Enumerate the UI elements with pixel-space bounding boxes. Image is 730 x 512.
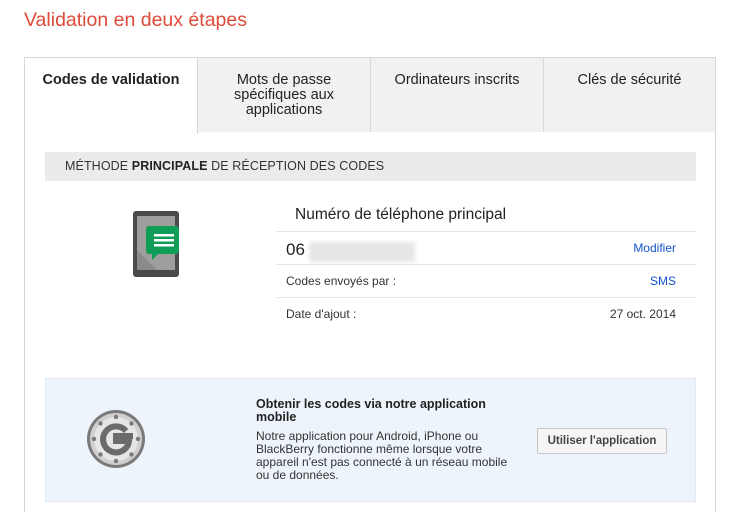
- tab-label: Mots de passe spécifiques aux applicatio…: [234, 72, 334, 118]
- tab-mots-de-passe-applications[interactable]: Mots de passe spécifiques aux applicatio…: [197, 57, 371, 133]
- tab-codes-de-validation[interactable]: Codes de validation: [24, 57, 198, 134]
- section-header: MÉTHODE PRINCIPALE DE RÉCEPTION DES CODE…: [45, 152, 696, 181]
- date-added-row: Date d'ajout : 27 oct. 2014: [276, 298, 696, 331]
- modify-link[interactable]: Modifier: [633, 232, 676, 265]
- tab-cles-de-securite[interactable]: Clés de sécurité: [543, 57, 716, 133]
- tab-label: Ordinateurs inscrits: [394, 72, 520, 88]
- app-description: Notre application pour Android, iPhone o…: [256, 429, 508, 482]
- page-title: Validation en deux étapes: [24, 9, 247, 31]
- tab-label: Codes de validation: [42, 72, 180, 88]
- date-added-value: 27 oct. 2014: [609, 307, 676, 321]
- app-title: Obtenir les codes via notre application …: [256, 397, 486, 424]
- redacted-number: [309, 242, 415, 262]
- tab-panel: MÉTHODE PRINCIPALE DE RÉCEPTION DES CODE…: [24, 132, 716, 512]
- date-added-label: Date d'ajout :: [286, 307, 357, 321]
- sent-via-row: Codes envoyés par : SMS: [276, 265, 696, 298]
- tab-ordinateurs-inscrits[interactable]: Ordinateurs inscrits: [370, 57, 544, 133]
- authenticator-icon: [87, 410, 145, 468]
- tab-bar: Codes de validation Mots de passe spécif…: [24, 57, 716, 134]
- sms-link[interactable]: SMS: [650, 265, 676, 298]
- phone-number-row: 06 Modifier: [276, 232, 696, 265]
- section-header-prefix: MÉTHODE: [65, 159, 132, 173]
- mobile-app-promo: Obtenir les codes via notre application …: [45, 378, 696, 502]
- phone-number-prefix: 06: [286, 240, 305, 259]
- sent-via-label: Codes envoyés par :: [286, 274, 397, 288]
- phone-title: Numéro de téléphone principal: [276, 202, 696, 232]
- section-header-bold: PRINCIPALE: [131, 159, 208, 173]
- primary-phone-block: Numéro de téléphone principal 06 Modifie…: [276, 202, 696, 331]
- use-app-button[interactable]: Utiliser l'application: [537, 428, 667, 454]
- section-header-suffix: DE RÉCEPTION DES CODES: [207, 159, 385, 173]
- smartphone-message-icon: [133, 211, 179, 277]
- tab-label: Clés de sécurité: [577, 72, 682, 88]
- app-text: Obtenir les codes via notre application …: [256, 398, 511, 482]
